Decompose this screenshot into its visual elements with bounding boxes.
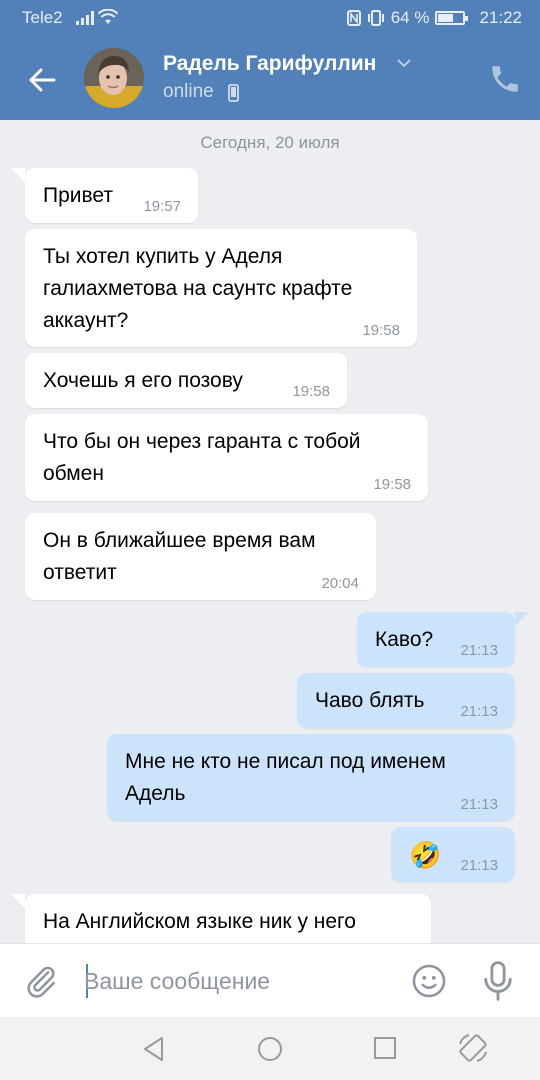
message-time: 21:13 xyxy=(460,857,498,874)
message-time: 21:13 xyxy=(460,642,498,659)
system-nav-bar xyxy=(0,1017,540,1080)
smiley-icon[interactable] xyxy=(410,962,448,1000)
message-time: 19:58 xyxy=(373,476,411,493)
paperclip-icon[interactable] xyxy=(22,962,60,1000)
message-bubble-incoming[interactable]: Хочешь я его позову 19:58 xyxy=(25,353,347,408)
message-bubble-outgoing[interactable]: 🤣 21:13 xyxy=(391,827,515,882)
message-bubble-incoming[interactable]: Привет 19:57 xyxy=(25,168,198,223)
message-time: 19:57 xyxy=(143,198,181,215)
arrow-left-icon xyxy=(29,68,56,92)
bubble-tail xyxy=(11,168,25,182)
battery-fill xyxy=(438,14,454,22)
contact-status: online xyxy=(163,81,214,102)
message-text: Привет xyxy=(43,184,114,207)
message-bubble-outgoing[interactable]: Мне не кто не писал под именем Адель 21:… xyxy=(107,734,515,821)
message-bubble-incoming[interactable]: Ты хотел купить у Аделя галиахметова на … xyxy=(25,229,417,347)
vibrate-icon xyxy=(367,10,384,26)
message-input[interactable] xyxy=(84,964,384,998)
back-button[interactable] xyxy=(20,58,64,102)
message-bubble-incoming[interactable]: Что бы он через гаранта с тобой обмен 19… xyxy=(25,414,428,501)
nfc-icon xyxy=(346,10,361,26)
message-bubble-incoming[interactable]: На Английском языке ник у него xyxy=(25,894,431,943)
nav-home-icon[interactable] xyxy=(256,1035,284,1063)
message-text: Что бы он через гаранта с тобой обмен xyxy=(43,430,361,485)
message-list[interactable]: Сегодня, 20 июля Привет 19:57 Ты хотел к… xyxy=(0,120,540,943)
avatar-photo xyxy=(84,48,144,108)
message-time: 21:13 xyxy=(460,703,498,720)
bubble-tail xyxy=(515,612,529,626)
message-text: На Английском языке ник у него xyxy=(43,910,356,933)
date-separator: Сегодня, 20 июля xyxy=(200,133,340,152)
chevron-down-icon[interactable] xyxy=(396,58,412,68)
message-time: 19:58 xyxy=(292,383,330,400)
message-text: Он в ближайшее время вам ответит xyxy=(43,529,316,584)
message-bubble-outgoing[interactable]: Чаво блять 21:13 xyxy=(297,673,515,728)
message-text: Каво? xyxy=(375,628,434,651)
message-bubble-outgoing[interactable]: Каво? 21:13 xyxy=(357,612,515,667)
chat-header: Радель Гарифуллин online xyxy=(0,38,540,120)
rotate-screen-icon[interactable] xyxy=(456,1031,490,1065)
phone-icon[interactable] xyxy=(488,62,522,96)
avatar[interactable] xyxy=(84,48,144,108)
message-text: Ты хотел купить у Аделя галиахметова на … xyxy=(43,245,353,332)
battery-percent: 64 % xyxy=(390,8,430,27)
message-composer xyxy=(0,943,540,1017)
message-time: 19:58 xyxy=(362,322,400,339)
message-text: Чаво блять xyxy=(315,689,425,712)
nav-recent-apps-icon[interactable] xyxy=(372,1035,398,1061)
clock: 21:22 xyxy=(479,8,522,27)
battery-icon xyxy=(435,11,469,25)
nav-back-icon[interactable] xyxy=(140,1035,168,1063)
message-time: 20:04 xyxy=(321,575,359,592)
message-bubble-incoming[interactable]: Он в ближайшее время вам ответит 20:04 xyxy=(25,513,376,600)
status-right: 64 % 21:22 xyxy=(346,8,522,28)
message-time: 21:13 xyxy=(460,796,498,813)
signal-icon xyxy=(76,11,94,25)
message-text: Мне не кто не писал под именем Адель xyxy=(125,750,446,805)
emoji-message: 🤣 xyxy=(409,840,442,870)
mobile-phone-icon xyxy=(228,84,239,102)
microphone-icon[interactable] xyxy=(480,960,516,1002)
wifi-icon xyxy=(98,9,118,24)
message-text: Хочешь я его позову xyxy=(43,369,243,392)
status-bar: Tele2 64 % 21:22 xyxy=(0,0,540,38)
contact-name[interactable]: Радель Гарифуллин xyxy=(163,52,376,76)
carrier-label: Tele2 xyxy=(22,8,63,27)
bubble-tail xyxy=(11,894,25,908)
